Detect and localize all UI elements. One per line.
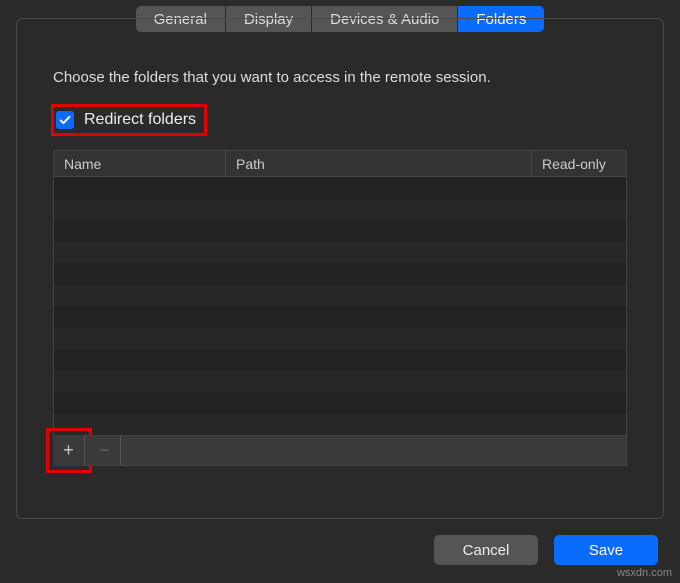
table-header: Name Path Read-only <box>54 151 626 177</box>
table-footer: + − <box>54 435 626 465</box>
remove-folder-button: − <box>89 436 121 465</box>
column-name[interactable]: Name <box>54 151 226 176</box>
redirect-folders-row[interactable]: Redirect folders <box>51 104 207 136</box>
table-row[interactable] <box>54 285 626 307</box>
table-row[interactable] <box>54 263 626 285</box>
folders-table: Name Path Read-only <box>53 150 627 466</box>
dialog-buttons: Cancel Save <box>434 535 658 565</box>
table-row[interactable] <box>54 414 626 436</box>
table-row[interactable] <box>54 177 626 199</box>
add-folder-button[interactable]: + <box>53 435 85 466</box>
table-row[interactable] <box>54 371 626 393</box>
table-row[interactable] <box>54 220 626 242</box>
add-button-highlight: + <box>46 428 92 473</box>
table-row[interactable] <box>54 199 626 221</box>
table-body[interactable] <box>54 177 626 435</box>
table-row[interactable] <box>54 242 626 264</box>
check-icon <box>58 113 72 127</box>
watermark-text: wsxdn.com <box>617 567 672 579</box>
table-row[interactable] <box>54 306 626 328</box>
column-readonly[interactable]: Read-only <box>532 151 626 176</box>
redirect-folders-checkbox[interactable] <box>56 111 74 129</box>
cancel-button[interactable]: Cancel <box>434 535 538 565</box>
plus-icon: + <box>63 440 74 461</box>
description-text: Choose the folders that you want to acce… <box>53 69 627 86</box>
table-row[interactable] <box>54 392 626 414</box>
minus-icon: − <box>99 440 110 461</box>
table-row[interactable] <box>54 328 626 350</box>
content-frame: Choose the folders that you want to acce… <box>16 18 664 519</box>
column-path[interactable]: Path <box>226 151 532 176</box>
redirect-folders-label: Redirect folders <box>84 111 196 129</box>
save-button[interactable]: Save <box>554 535 658 565</box>
table-row[interactable] <box>54 349 626 371</box>
